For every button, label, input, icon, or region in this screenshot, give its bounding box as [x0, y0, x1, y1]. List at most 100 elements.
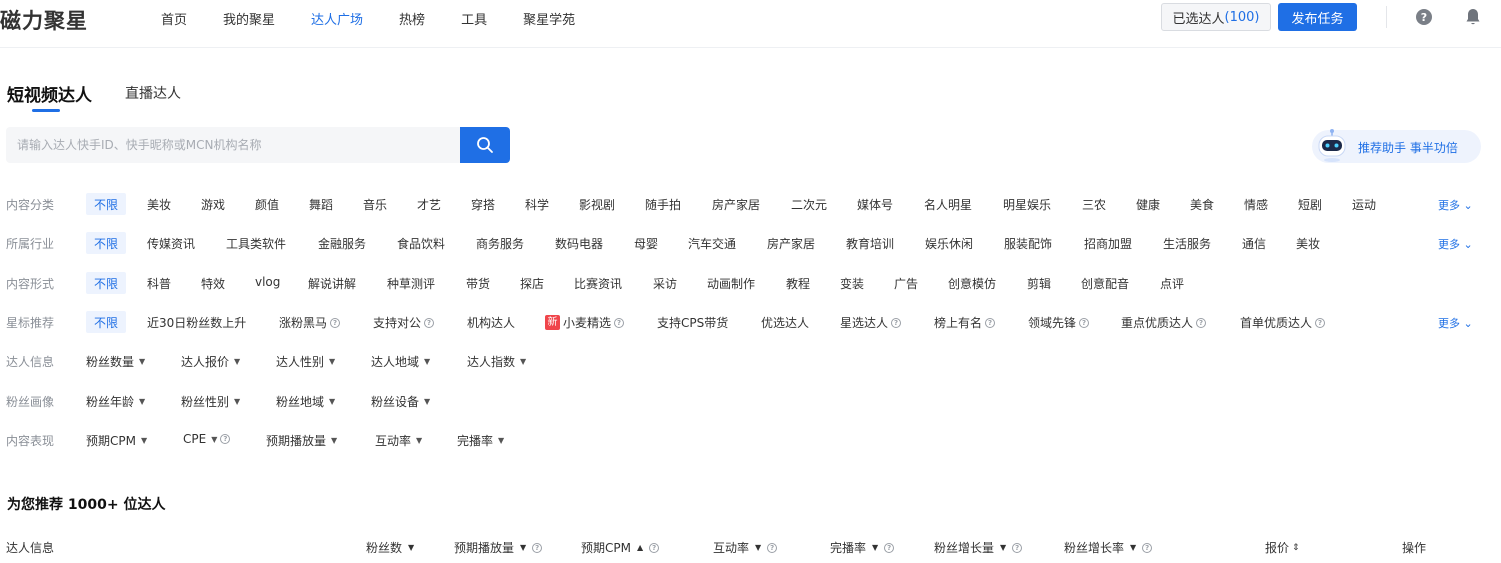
filter-option[interactable]: 颜值	[255, 196, 279, 213]
filter-option-unlimited[interactable]: 不限	[86, 272, 127, 294]
filter-dropdown[interactable]: 预期CPM ▼	[86, 432, 147, 449]
filter-option[interactable]: 教育培训	[846, 235, 894, 252]
filter-dropdown[interactable]: 互动率 ▼	[375, 432, 422, 449]
filter-option[interactable]: 美妆	[1296, 235, 1320, 252]
filter-option[interactable]: 媒体号	[857, 196, 893, 213]
tab-short-video-talents[interactable]: 短视频达人	[7, 81, 92, 106]
filter-option[interactable]: 音乐	[363, 196, 387, 213]
nav-item-hot-list[interactable]: 热榜	[399, 9, 425, 28]
filter-option[interactable]: 随手拍	[645, 196, 681, 213]
help-icon[interactable]: ?	[1416, 9, 1432, 25]
filter-option[interactable]: 科普	[147, 275, 171, 292]
filter-option[interactable]: 母婴	[634, 235, 658, 252]
filter-dropdown[interactable]: CPE ▼?	[183, 432, 231, 446]
filter-option[interactable]: 剪辑	[1027, 275, 1051, 292]
search-button[interactable]	[460, 127, 510, 163]
filter-option[interactable]: 重点优质达人?	[1121, 314, 1207, 331]
column-expected-cpm[interactable]: 预期CPM ▲?	[581, 539, 660, 556]
filter-option[interactable]: 影视剧	[579, 196, 615, 213]
filter-option[interactable]: 房产家居	[712, 196, 760, 213]
filter-dropdown[interactable]: 达人指数 ▼	[467, 353, 526, 370]
filter-dropdown[interactable]: 达人报价 ▼	[181, 353, 240, 370]
more-toggle[interactable]: 更多 ⌄	[1438, 236, 1473, 252]
recommend-assistant[interactable]: 推荐助手 事半功倍	[1312, 129, 1481, 163]
app-logo[interactable]: 磁力聚星	[0, 5, 88, 35]
filter-option[interactable]: 服装配饰	[1004, 235, 1052, 252]
filter-option[interactable]: 领域先锋?	[1028, 314, 1090, 331]
filter-dropdown[interactable]: 粉丝数量 ▼	[86, 353, 145, 370]
filter-option[interactable]: 生活服务	[1163, 235, 1211, 252]
filter-dropdown[interactable]: 完播率 ▼	[457, 432, 504, 449]
filter-dropdown[interactable]: 达人地域 ▼	[371, 353, 430, 370]
talent-search-input[interactable]	[6, 127, 460, 163]
publish-task-button[interactable]: 发布任务	[1278, 3, 1357, 31]
filter-dropdown[interactable]: 粉丝设备 ▼	[371, 393, 430, 410]
filter-option[interactable]: 解说讲解	[308, 275, 356, 292]
filter-option[interactable]: 涨粉黑马?	[279, 314, 341, 331]
filter-option[interactable]: 穿搭	[471, 196, 495, 213]
filter-option[interactable]: 数码电器	[555, 235, 603, 252]
more-toggle[interactable]: 更多 ⌄	[1438, 197, 1473, 213]
filter-option[interactable]: 探店	[520, 275, 544, 292]
filter-option[interactable]: 金融服务	[318, 235, 366, 252]
filter-option[interactable]: 动画制作	[707, 275, 755, 292]
tab-live-talents[interactable]: 直播达人	[125, 83, 181, 103]
bell-icon[interactable]	[1465, 8, 1481, 26]
filter-option[interactable]: 采访	[653, 275, 677, 292]
filter-option[interactable]: 娱乐休闲	[925, 235, 973, 252]
filter-option[interactable]: 种草测评	[387, 275, 435, 292]
filter-option[interactable]: 食品饮料	[397, 235, 445, 252]
filter-option[interactable]: 近30日粉丝数上升	[147, 314, 246, 331]
filter-option[interactable]: 通信	[1242, 235, 1266, 252]
nav-item-academy[interactable]: 聚星学苑	[523, 9, 575, 28]
column-fans[interactable]: 粉丝数 ▼	[366, 539, 414, 556]
nav-item-my-juxing[interactable]: 我的聚星	[223, 9, 275, 28]
filter-option[interactable]: 优选达人	[761, 314, 809, 331]
filter-option[interactable]: 明星娱乐	[1003, 196, 1051, 213]
nav-item-tools[interactable]: 工具	[461, 9, 487, 28]
filter-option[interactable]: 运动	[1352, 196, 1376, 213]
filter-option[interactable]: 商务服务	[476, 235, 524, 252]
filter-option[interactable]: 特效	[201, 275, 225, 292]
filter-option[interactable]: vlog	[255, 275, 280, 289]
filter-option[interactable]: 二次元	[791, 196, 827, 213]
filter-option[interactable]: 创意模仿	[948, 275, 996, 292]
column-completion-rate[interactable]: 完播率 ▼?	[830, 539, 895, 556]
column-fan-growth[interactable]: 粉丝增长量 ▼?	[934, 539, 1023, 556]
filter-option[interactable]: 支持对公?	[373, 314, 435, 331]
filter-option[interactable]: 情感	[1244, 196, 1268, 213]
filter-option[interactable]: 游戏	[201, 196, 225, 213]
filter-option[interactable]: 榜上有名?	[934, 314, 996, 331]
filter-option[interactable]: 舞蹈	[309, 196, 333, 213]
filter-option[interactable]: 短剧	[1298, 196, 1322, 213]
column-price[interactable]: 报价 ⇕	[1265, 539, 1300, 556]
filter-option[interactable]: 机构达人	[467, 314, 515, 331]
filter-option[interactable]: 美食	[1190, 196, 1214, 213]
filter-option[interactable]: 健康	[1136, 196, 1160, 213]
column-interaction-rate[interactable]: 互动率 ▼?	[713, 539, 778, 556]
filter-option[interactable]: 工具类软件	[226, 235, 286, 252]
filter-option[interactable]: 传媒资讯	[147, 235, 195, 252]
column-fan-growth-rate[interactable]: 粉丝增长率 ▼?	[1064, 539, 1153, 556]
filter-dropdown[interactable]: 粉丝性别 ▼	[181, 393, 240, 410]
filter-option[interactable]: 名人明星	[924, 196, 972, 213]
filter-option[interactable]: 首单优质达人?	[1240, 314, 1326, 331]
filter-dropdown[interactable]: 粉丝地域 ▼	[276, 393, 335, 410]
filter-option-unlimited[interactable]: 不限	[86, 311, 127, 333]
filter-option[interactable]: 星选达人?	[840, 314, 902, 331]
filter-option[interactable]: 新小麦精选?	[545, 314, 625, 331]
more-toggle[interactable]: 更多 ⌄	[1438, 315, 1473, 331]
filter-option[interactable]: 汽车交通	[688, 235, 736, 252]
filter-option[interactable]: 房产家居	[767, 235, 815, 252]
filter-option[interactable]: 招商加盟	[1084, 235, 1132, 252]
filter-option[interactable]: 变装	[840, 275, 864, 292]
filter-option[interactable]: 广告	[894, 275, 918, 292]
filter-option[interactable]: 三农	[1082, 196, 1106, 213]
filter-option[interactable]: 美妆	[147, 196, 171, 213]
filter-option[interactable]: 支持CPS带货	[657, 314, 728, 331]
nav-item-home[interactable]: 首页	[161, 9, 187, 28]
filter-option-unlimited[interactable]: 不限	[86, 232, 127, 254]
filter-option[interactable]: 比赛资讯	[574, 275, 622, 292]
filter-dropdown[interactable]: 预期播放量 ▼	[266, 432, 337, 449]
filter-option[interactable]: 创意配音	[1081, 275, 1129, 292]
